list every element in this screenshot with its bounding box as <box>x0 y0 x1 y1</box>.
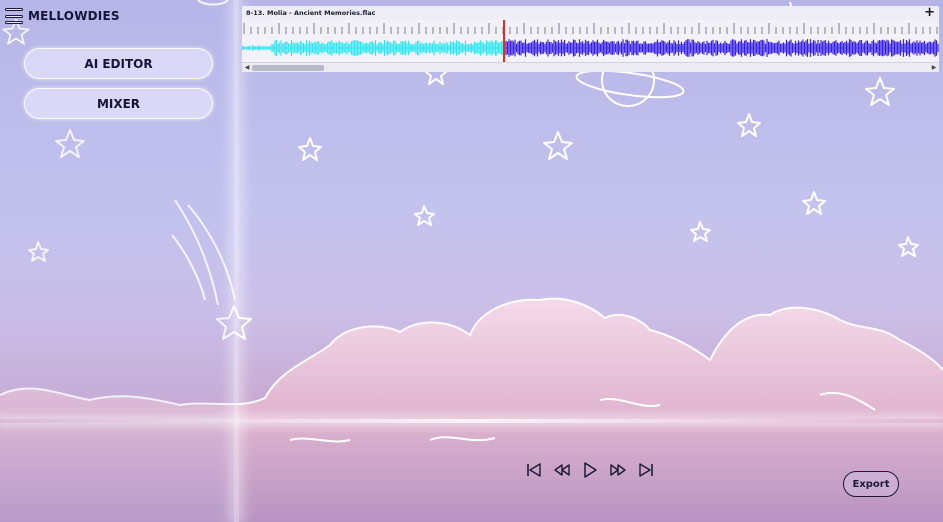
ruler-ticks <box>243 23 938 34</box>
fast-forward-icon[interactable] <box>609 461 627 479</box>
play-icon[interactable] <box>581 461 599 479</box>
transport-controls <box>525 461 655 479</box>
hamburger-menu-icon[interactable] <box>5 7 23 25</box>
timeline-ruler[interactable] <box>242 20 939 34</box>
scroll-track[interactable] <box>252 64 929 71</box>
scroll-left-icon[interactable]: ◀ <box>242 64 252 71</box>
track-filename: 8-13. Molia - Ancient Memories.flac <box>246 9 376 17</box>
add-track-button[interactable]: + <box>924 6 935 19</box>
track-header: 8-13. Molia - Ancient Memories.flac + <box>242 6 939 20</box>
mixer-button[interactable]: MIXER <box>24 88 213 119</box>
export-button[interactable]: Export <box>843 471 899 497</box>
horizontal-scrollbar[interactable]: ◀ ▶ <box>242 62 939 72</box>
app-title: MELLOWDIES <box>28 9 120 23</box>
sidebar-divider <box>234 0 239 522</box>
playhead[interactable] <box>503 20 505 62</box>
app-header: MELLOWDIES <box>5 6 120 26</box>
waveform[interactable] <box>242 34 939 62</box>
scroll-right-icon[interactable]: ▶ <box>929 64 939 71</box>
skip-back-icon[interactable] <box>525 461 543 479</box>
ai-editor-button[interactable]: AI EDITOR <box>24 48 213 79</box>
rewind-icon[interactable] <box>553 461 571 479</box>
waveform-graphic <box>242 39 939 57</box>
scroll-thumb[interactable] <box>252 64 324 71</box>
track-editor: 8-13. Molia - Ancient Memories.flac + ◀ … <box>242 6 939 76</box>
horizon-glow-line <box>0 419 943 423</box>
skip-forward-icon[interactable] <box>637 461 655 479</box>
